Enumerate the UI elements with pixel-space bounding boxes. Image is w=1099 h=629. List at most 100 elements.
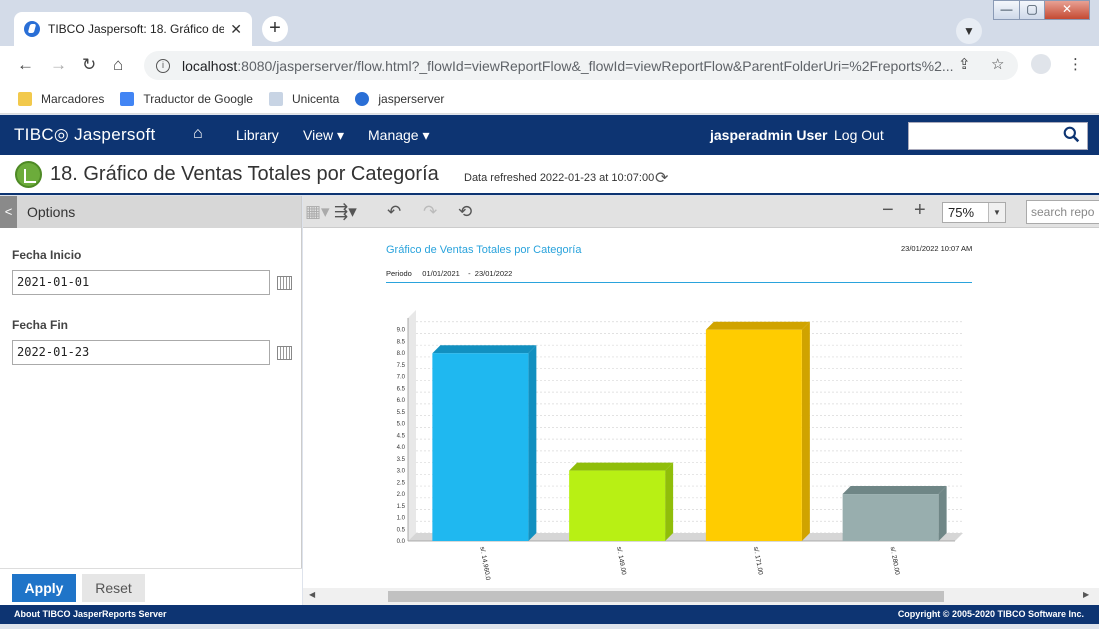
- y-tick-label: 3.0: [397, 469, 406, 475]
- close-window-button[interactable]: ✕: [1044, 0, 1090, 20]
- horizontal-scrollbar[interactable]: ◀ ▶: [303, 588, 1099, 605]
- scroll-thumb[interactable]: [388, 591, 944, 602]
- zoom-out-icon[interactable]: −: [882, 199, 894, 222]
- report-search-input[interactable]: search repo: [1026, 200, 1099, 224]
- report-printed-date: 23/01/2022 10:07 AM: [901, 244, 973, 253]
- tab-close-icon[interactable]: ✕: [230, 21, 242, 38]
- bar-side: [938, 486, 947, 541]
- tab-strip: TIBCO Jaspersoft: 18. Gráfico de V ✕ + ▼…: [0, 0, 1099, 46]
- site-info-icon[interactable]: i: [156, 58, 170, 73]
- back-arrow-icon[interactable]: ←: [17, 55, 34, 75]
- report-divider: [386, 282, 972, 283]
- home-icon[interactable]: ⌂: [113, 55, 123, 75]
- bar: [705, 329, 802, 541]
- undo-icon[interactable]: ↶: [387, 202, 401, 222]
- global-search-input[interactable]: [908, 122, 1088, 150]
- undo-all-icon[interactable]: ⟲: [458, 202, 472, 222]
- bookmark-traductor[interactable]: Traductor de Google: [120, 91, 253, 106]
- browser-window: TIBCO Jaspersoft: 18. Gráfico de V ✕ + ▼…: [0, 0, 1099, 629]
- export-icon[interactable]: ⇶▾: [334, 202, 357, 222]
- home-icon[interactable]: ⌂: [193, 125, 203, 143]
- bar-top: [432, 345, 537, 354]
- new-tab-button[interactable]: +: [262, 16, 288, 42]
- browser-menu-icon[interactable]: ⋮: [1068, 55, 1083, 73]
- calendar-icon[interactable]: [277, 346, 292, 360]
- calendar-icon[interactable]: [277, 276, 292, 290]
- logout-link[interactable]: Log Out: [834, 127, 884, 143]
- collapse-options-icon[interactable]: <: [0, 196, 17, 228]
- y-tick-label: 3.5: [397, 457, 406, 463]
- report-chart-icon: [15, 161, 42, 188]
- nav-manage[interactable]: Manage ▾: [368, 127, 430, 144]
- bar-chart: 0.0 0.5 1.0 1.5 2.0 2.5 3.0 3.5 4.0 4.5 5.0 5.5 6.0 6…: [397, 310, 963, 581]
- zoom-select[interactable]: 75% ▼: [942, 202, 1006, 223]
- bookmark-label: jasperserver: [378, 91, 445, 106]
- report-canvas: Gráfico de Ventas Totales por Categoría …: [303, 228, 1099, 588]
- y-tick-label: 2.0: [397, 492, 406, 498]
- bar-side: [528, 345, 537, 541]
- url-path: :8080/jasperserver/flow.html?_flowId=vie…: [237, 57, 954, 74]
- app-header: TIBC◎ Jaspersoft ⌂ Library View ▾ Manage…: [0, 115, 1099, 155]
- zoom-in-icon[interactable]: +: [914, 199, 926, 222]
- bookmarks-bar: Marcadores Traductor de Google Unicenta …: [0, 84, 1099, 114]
- options-footer: Apply Reset: [0, 568, 302, 605]
- bookmark-unicenta[interactable]: Unicenta: [268, 91, 340, 106]
- y-tick-label: 0.5: [397, 527, 406, 533]
- bookmark-label: Marcadores: [41, 91, 105, 106]
- y-tick-label: 8.5: [397, 339, 406, 345]
- chevron-down-icon[interactable]: ▼: [988, 203, 1005, 222]
- address-toolbar: ← → ↻ ⌂ i localhost:8080/jasperserver/fl…: [0, 46, 1099, 84]
- profile-avatar-icon[interactable]: [1031, 54, 1051, 74]
- minimize-button[interactable]: —: [993, 0, 1020, 20]
- x-tick-label: s/. 171.00: [752, 546, 764, 576]
- url-bar[interactable]: i localhost:8080/jasperserver/flow.html?…: [144, 51, 1018, 80]
- y-tick-label: 4.5: [397, 433, 406, 439]
- bookmark-jasperserver[interactable]: jasperserver: [355, 91, 445, 106]
- options-header: < Options: [0, 196, 301, 228]
- x-tick-label: s/. 149.00: [615, 546, 627, 576]
- y-tick-label: 6.5: [397, 386, 406, 392]
- page-icon: [268, 91, 283, 106]
- scroll-right-icon[interactable]: ▶: [1083, 590, 1089, 599]
- y-tick-label: 7.0: [397, 375, 406, 381]
- y-tick-label: 9.0: [397, 328, 406, 334]
- google-translate-icon: [120, 91, 135, 106]
- bookmark-label: Unicenta: [291, 91, 340, 106]
- report-toolbar: ▦▾ ⇶▾ ↶ ↷ ⟲ − + 75% ▼ search repo: [303, 196, 1099, 228]
- y-tick-label: 1.5: [397, 504, 406, 510]
- apply-button[interactable]: Apply: [12, 574, 76, 602]
- page-title: 18. Gráfico de Ventas Totales por Catego…: [50, 163, 439, 185]
- y-tick-label: 7.5: [397, 363, 406, 369]
- about-link[interactable]: About TIBCO JasperReports Server: [14, 609, 167, 619]
- maximize-button[interactable]: ▢: [1019, 0, 1045, 20]
- fecha-fin-input[interactable]: 2022-01-23: [12, 340, 270, 365]
- reset-button[interactable]: Reset: [82, 574, 145, 602]
- nav-library[interactable]: Library: [236, 127, 279, 143]
- search-icon[interactable]: [1063, 126, 1080, 143]
- chart-left-wall: [408, 310, 416, 541]
- bar-side: [665, 462, 674, 541]
- tab-search-chevron-icon[interactable]: ▼: [956, 18, 982, 44]
- bar: [432, 353, 529, 541]
- nav-view[interactable]: View ▾: [303, 127, 344, 144]
- refresh-icon[interactable]: ⟳: [655, 168, 668, 188]
- options-panel: < Options Fecha Inicio 2021-01-01 Fecha …: [0, 196, 302, 605]
- copyright-text: Copyright © 2005-2020 TIBCO Software Inc…: [897, 609, 1084, 619]
- fecha-inicio-input[interactable]: 2021-01-01: [12, 270, 270, 295]
- user-name[interactable]: jasperadmin User: [710, 127, 828, 143]
- share-icon[interactable]: ⇪: [958, 55, 971, 73]
- url-host: localhost: [182, 57, 238, 74]
- reload-icon[interactable]: ↻: [82, 55, 96, 75]
- save-icon[interactable]: ▦▾: [305, 202, 330, 222]
- bookmark-marcadores[interactable]: Marcadores: [18, 91, 105, 106]
- x-tick-label: s/. 280.00: [889, 546, 901, 576]
- forward-arrow-icon[interactable]: →: [50, 55, 67, 75]
- redo-icon[interactable]: ↷: [423, 202, 437, 222]
- bookmark-label: Traductor de Google: [143, 91, 253, 106]
- tibco-logo[interactable]: TIBC◎ Jaspersoft: [14, 125, 156, 145]
- app-footer: About TIBCO JasperReports Server Copyrig…: [0, 605, 1099, 624]
- bar-side: [801, 321, 810, 541]
- browser-tab[interactable]: TIBCO Jaspersoft: 18. Gráfico de V ✕: [14, 12, 252, 46]
- scroll-left-icon[interactable]: ◀: [309, 590, 315, 599]
- bookmark-star-icon[interactable]: ☆: [991, 55, 1004, 73]
